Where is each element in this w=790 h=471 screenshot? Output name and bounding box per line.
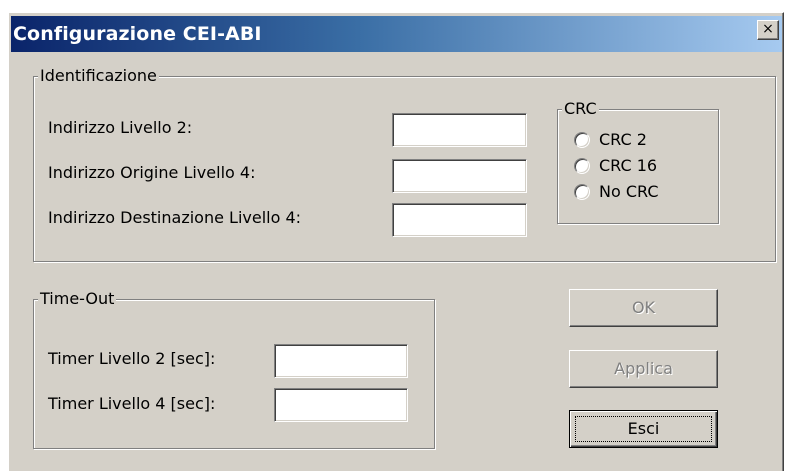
timer-livello4-label: Timer Livello 4 [sec]: — [48, 394, 216, 413]
timer-livello2-label: Timer Livello 2 [sec]: — [48, 349, 216, 368]
timer-livello2-input[interactable] — [274, 344, 408, 378]
indirizzo-livello2-input[interactable] — [392, 113, 527, 147]
close-icon: × — [762, 21, 774, 37]
close-button[interactable]: × — [757, 20, 779, 40]
indirizzo-origine-livello4-input[interactable] — [392, 159, 527, 193]
identificazione-legend: Identificazione — [38, 66, 159, 86]
window-title: Configurazione CEI-ABI — [13, 23, 262, 45]
radio-button-icon[interactable] — [574, 158, 590, 174]
title-bar[interactable]: Configurazione CEI-ABI × — [11, 16, 782, 52]
config-dialog: Configurazione CEI-ABI × Identificazione… — [8, 12, 784, 471]
timeout-legend: Time-Out — [38, 289, 117, 309]
indirizzo-destinazione-livello4-label: Indirizzo Destinazione Livello 4: — [48, 208, 302, 227]
ok-button[interactable]: OK — [569, 289, 718, 327]
indirizzo-destinazione-livello4-input[interactable] — [392, 203, 527, 237]
radio-crc2-label: CRC 2 — [599, 130, 647, 149]
esci-button-label: Esci — [627, 419, 660, 438]
radio-button-icon[interactable] — [574, 132, 590, 148]
applica-button[interactable]: Applica — [569, 350, 718, 388]
identificazione-group: Identificazione Indirizzo Livello 2: Ind… — [33, 66, 776, 262]
timeout-group: Time-Out Timer Livello 2 [sec]: Timer Li… — [33, 289, 435, 449]
esci-button[interactable]: Esci — [569, 410, 718, 448]
crc-group: CRC CRC 2 CRC 16 No CRC — [557, 99, 719, 224]
radio-crc16-label: CRC 16 — [599, 156, 658, 175]
indirizzo-origine-livello4-label: Indirizzo Origine Livello 4: — [48, 163, 256, 182]
radio-button-icon[interactable] — [574, 184, 590, 200]
radio-no-crc-label: No CRC — [599, 182, 659, 201]
indirizzo-livello2-label: Indirizzo Livello 2: — [48, 118, 193, 137]
timer-livello4-input[interactable] — [274, 388, 408, 422]
crc-legend: CRC — [562, 99, 599, 119]
